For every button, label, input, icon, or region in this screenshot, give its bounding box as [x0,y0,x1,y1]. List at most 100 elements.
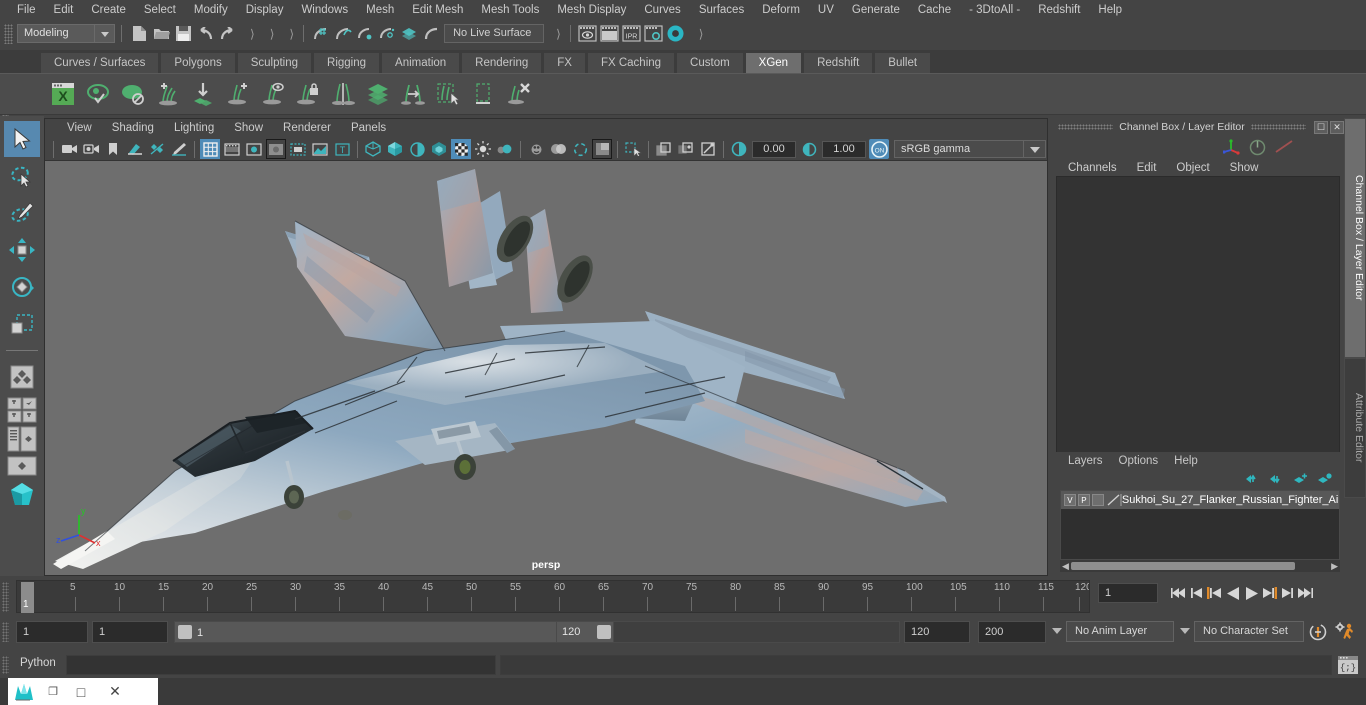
auto-keyframe-icon[interactable] [1308,622,1328,642]
camera-attributes-icon[interactable] [81,139,101,159]
command-language-label[interactable]: Python [20,657,56,669]
render-view-icon[interactable] [578,24,598,44]
menu-deform[interactable]: Deform [753,0,809,20]
select-object-collapse-icon[interactable]: ⟩ [267,27,278,41]
exposure-icon[interactable] [729,139,749,159]
character-set-dropdown-arrow[interactable] [1180,628,1190,634]
close-icon[interactable]: ✕ [1330,120,1344,134]
smooth-shade-all-icon[interactable] [385,139,405,159]
menu-windows[interactable]: Windows [292,0,357,20]
range-end-handle[interactable] [597,625,611,639]
shelf-tab-xgen[interactable]: XGen [744,52,803,73]
viewport-menu-view[interactable]: View [57,119,102,138]
render-settings-icon[interactable] [644,24,664,44]
menu-edit[interactable]: Edit [45,0,83,20]
use-all-lights-icon[interactable] [473,139,493,159]
axis-gizmo-icon[interactable] [1223,139,1241,155]
layer-menu-layers[interactable]: Layers [1060,452,1111,470]
textured-icon[interactable] [451,139,471,159]
wireframe-icon[interactable] [363,139,383,159]
go-to-start-icon[interactable] [1170,582,1188,604]
four-view-layout[interactable] [4,425,40,453]
shelf-tab-redshift[interactable]: Redshift [803,52,874,73]
select-tool[interactable] [4,121,40,157]
bookmark-icon[interactable] [103,139,123,159]
gate-mask-icon[interactable] [266,139,286,159]
xgen-lock-guides-icon[interactable] [291,77,324,111]
scale-tool[interactable] [4,306,40,342]
make-live-icon[interactable] [421,24,441,44]
channel-menu-show[interactable]: Show [1220,158,1269,178]
menu-redshift[interactable]: Redshift [1029,0,1089,20]
2d-pan-zoom-icon[interactable] [147,139,167,159]
shelf-tab-rendering[interactable]: Rendering [461,52,543,73]
scroll-left-arrow[interactable]: ◀ [1060,561,1071,572]
xgen-clump-icon[interactable] [466,77,499,111]
select-component-collapse-icon[interactable]: ⟩ [286,27,297,41]
film-origin-icon[interactable] [288,139,308,159]
animation-start-time-field[interactable]: 1 [16,621,88,643]
last-tool-used[interactable] [4,359,40,395]
xray-active-components-icon[interactable] [698,139,718,159]
step-back-keyframe-icon[interactable] [1188,582,1206,604]
menu-set-dropdown-arrow[interactable] [95,24,115,43]
table-row[interactable]: V P Sukhoi_Su_27_Flanker_Russian_Fighter… [1061,491,1339,509]
menu-generate[interactable]: Generate [843,0,909,20]
new-scene-icon[interactable] [129,24,149,44]
step-forward-keyframe-icon[interactable] [1278,582,1296,604]
manipulator-icon[interactable] [1249,139,1266,156]
live-surface-field[interactable]: No Live Surface [444,24,545,43]
layer-menu-help[interactable]: Help [1166,452,1206,470]
layer-name[interactable]: Sukhoi_Su_27_Flanker_Russian_Fighter_Air… [1122,494,1339,506]
color-management-toggle-icon[interactable]: ON [869,139,889,159]
xgen-bake-icon[interactable] [186,77,219,111]
xgen-layers-icon[interactable] [361,77,394,111]
shelf-tab-fx[interactable]: FX [543,52,586,73]
bonus-tools-icon[interactable] [4,479,40,513]
xray-joints-icon[interactable] [676,139,696,159]
range-end-time-field[interactable]: 120 [904,621,970,643]
xgen-mirror-guides-icon[interactable] [326,77,359,111]
snap-to-projected-center-icon[interactable] [377,24,397,44]
play-forwards-icon[interactable] [1242,582,1260,604]
slider-icon[interactable] [1274,139,1294,155]
close-window-button[interactable]: ✕ [98,678,132,705]
new-layer-from-selected-icon[interactable] [1317,473,1332,485]
menu-edit-mesh[interactable]: Edit Mesh [403,0,472,20]
range-slider-empty-track[interactable] [614,621,900,643]
xgen-mask-icon[interactable] [116,77,149,111]
layer-color-swatch[interactable] [1106,493,1122,507]
channel-menu-edit[interactable]: Edit [1127,158,1167,178]
sidetab-attribute-editor[interactable]: Attribute Editor [1344,358,1366,498]
viewport-menu-renderer[interactable]: Renderer [273,119,341,138]
render-sequence-icon[interactable] [600,24,620,44]
menu-display[interactable]: Display [237,0,293,20]
render-options-collapse-icon[interactable]: ⟩ [696,27,707,41]
layer-visibility-toggle[interactable]: V [1064,494,1076,506]
menu-set-selector[interactable]: Modeling [17,24,95,43]
gamma-field[interactable]: 1.00 [822,140,866,158]
menu-3dtoall[interactable]: - 3DtoAll - [960,0,1029,20]
command-line-grip[interactable] [2,656,9,674]
snap-to-curve-icon[interactable] [333,24,353,44]
layer-list-scrollbar[interactable]: ◀ ▶ [1060,560,1340,572]
time-slider-track[interactable]: 1 5 10 15 20 25 30 35 40 45 50 55 60 65 … [16,580,1090,613]
menu-file[interactable]: File [8,0,45,20]
color-management-dropdown-arrow[interactable] [1024,140,1046,158]
rotate-tool[interactable] [4,269,40,305]
viewport-canvas[interactable]: y x z persp [45,161,1047,575]
xgen-delete-guides-icon[interactable] [501,77,534,111]
shelf-tab-custom[interactable]: Custom [676,52,744,73]
gamma-icon[interactable] [799,139,819,159]
undo-icon[interactable] [195,24,215,44]
menu-create[interactable]: Create [82,0,135,20]
shelf-tab-rigging[interactable]: Rigging [313,52,381,73]
xgen-add-description-icon[interactable] [221,77,254,111]
image-plane-icon[interactable] [125,139,145,159]
step-forward-frame-icon[interactable] [1260,582,1278,604]
save-scene-icon[interactable] [173,24,193,44]
grease-pencil-icon[interactable] [169,139,189,159]
channel-menu-object[interactable]: Object [1166,158,1219,178]
multisample-icon[interactable] [570,139,590,159]
panel-grip-right[interactable] [1250,124,1306,130]
